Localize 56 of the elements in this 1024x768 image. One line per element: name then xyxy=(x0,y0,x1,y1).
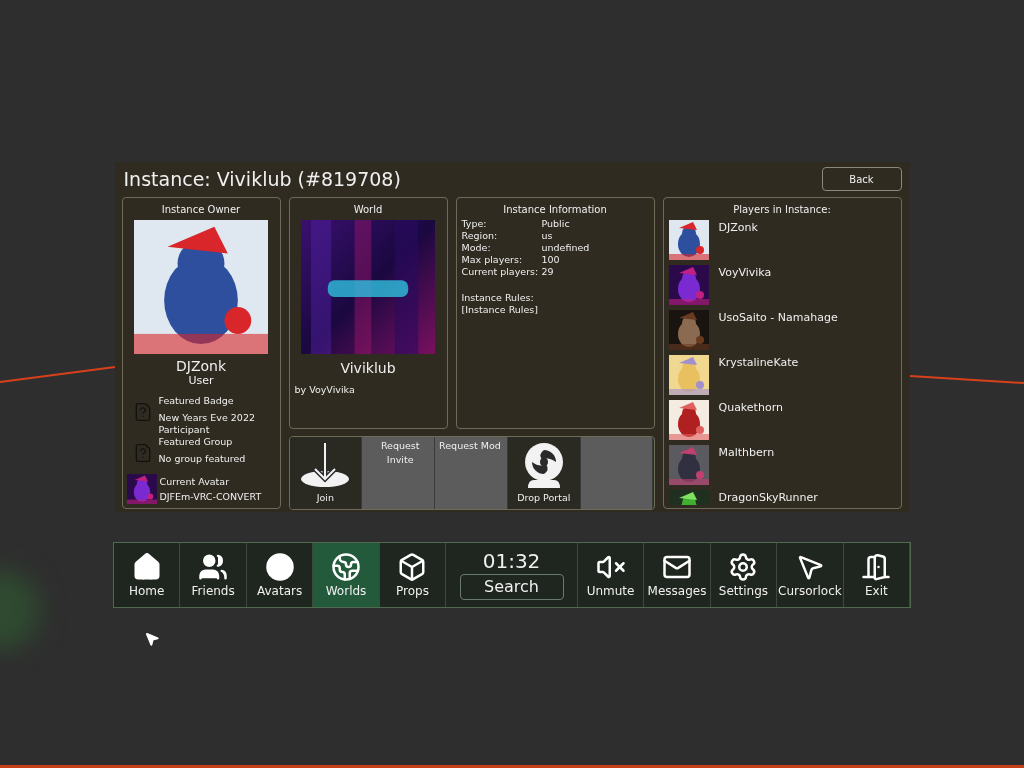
nav-button[interactable]: Props xyxy=(379,543,447,607)
player-item[interactable]: UsoSaito - Namahage xyxy=(668,310,896,350)
nav-button[interactable]: Worlds xyxy=(313,543,380,607)
info-label: Region: xyxy=(461,230,499,242)
search-button[interactable]: Search xyxy=(459,574,564,600)
owner-name: DJZonk xyxy=(175,358,226,374)
panel-title: Instance: Viviklub (#819708) xyxy=(122,166,401,192)
detail-label: Featured Badge xyxy=(158,395,235,407)
detail-value: New Years Eve 2022 Participant xyxy=(158,412,256,436)
card-heading: Players in Instance: xyxy=(733,203,831,217)
nav-button[interactable]: Avatars xyxy=(246,543,314,607)
info-value: undefined xyxy=(541,242,590,254)
detail-label: Featured Group xyxy=(158,436,234,448)
nav-button[interactable]: Settings xyxy=(710,543,778,607)
player-item[interactable]: VoyVivika xyxy=(668,265,896,305)
card-heading: Instance Information xyxy=(503,203,607,217)
settings-icon xyxy=(728,552,759,582)
nav-button[interactable]: Messages xyxy=(644,543,711,607)
info-value: 100 xyxy=(541,254,560,266)
nav-button[interactable]: Exit xyxy=(843,543,911,607)
rules-label: Instance Rules: xyxy=(461,292,535,304)
detail-value: No group featured xyxy=(158,453,247,465)
avatar-label: Current Avatar xyxy=(159,475,231,489)
info-label: Current players: xyxy=(461,266,540,278)
back-button[interactable]: Back xyxy=(821,167,902,191)
info-label: Mode: xyxy=(461,242,492,254)
info-label: Type: xyxy=(461,218,488,230)
player-item[interactable]: KrystalineKate xyxy=(668,355,896,395)
cube-icon xyxy=(397,552,428,582)
world-name: Viviklub xyxy=(340,359,396,378)
action-button[interactable]: Drop Portal xyxy=(507,437,581,509)
nav-button[interactable]: Home xyxy=(114,543,181,607)
avatar-name: DJFEm-VRC-CONVERT xyxy=(159,490,262,504)
clock-time: 01:32 xyxy=(482,550,541,572)
player-item[interactable]: Malthbern xyxy=(668,445,896,485)
info-value: Public xyxy=(541,218,570,230)
join-icon xyxy=(299,441,352,488)
info-value: 29 xyxy=(541,266,554,278)
owner-role: User xyxy=(188,374,214,387)
info-label: Max players: xyxy=(461,254,524,266)
player-item[interactable]: DragonSkyRunner xyxy=(668,490,896,505)
info-value: us xyxy=(541,230,553,242)
card-heading: Instance Owner xyxy=(161,203,241,217)
nav-button[interactable]: Unmute xyxy=(577,543,645,607)
player-item[interactable]: DJZonk xyxy=(668,220,896,260)
card-heading: World xyxy=(353,203,383,217)
exit-icon xyxy=(861,552,892,582)
nav-button[interactable]: Friends xyxy=(180,543,247,607)
nav-button[interactable]: Cursorlock xyxy=(777,543,844,607)
people-icon xyxy=(198,552,229,582)
rules-value: [Instance Rules] xyxy=(461,304,539,316)
action-button[interactable]: Join xyxy=(289,437,363,509)
world-author: by VoyVivika xyxy=(293,383,355,397)
globe-icon xyxy=(331,552,362,582)
player-item[interactable]: Quakethorn xyxy=(668,400,896,440)
home-icon xyxy=(131,552,162,582)
